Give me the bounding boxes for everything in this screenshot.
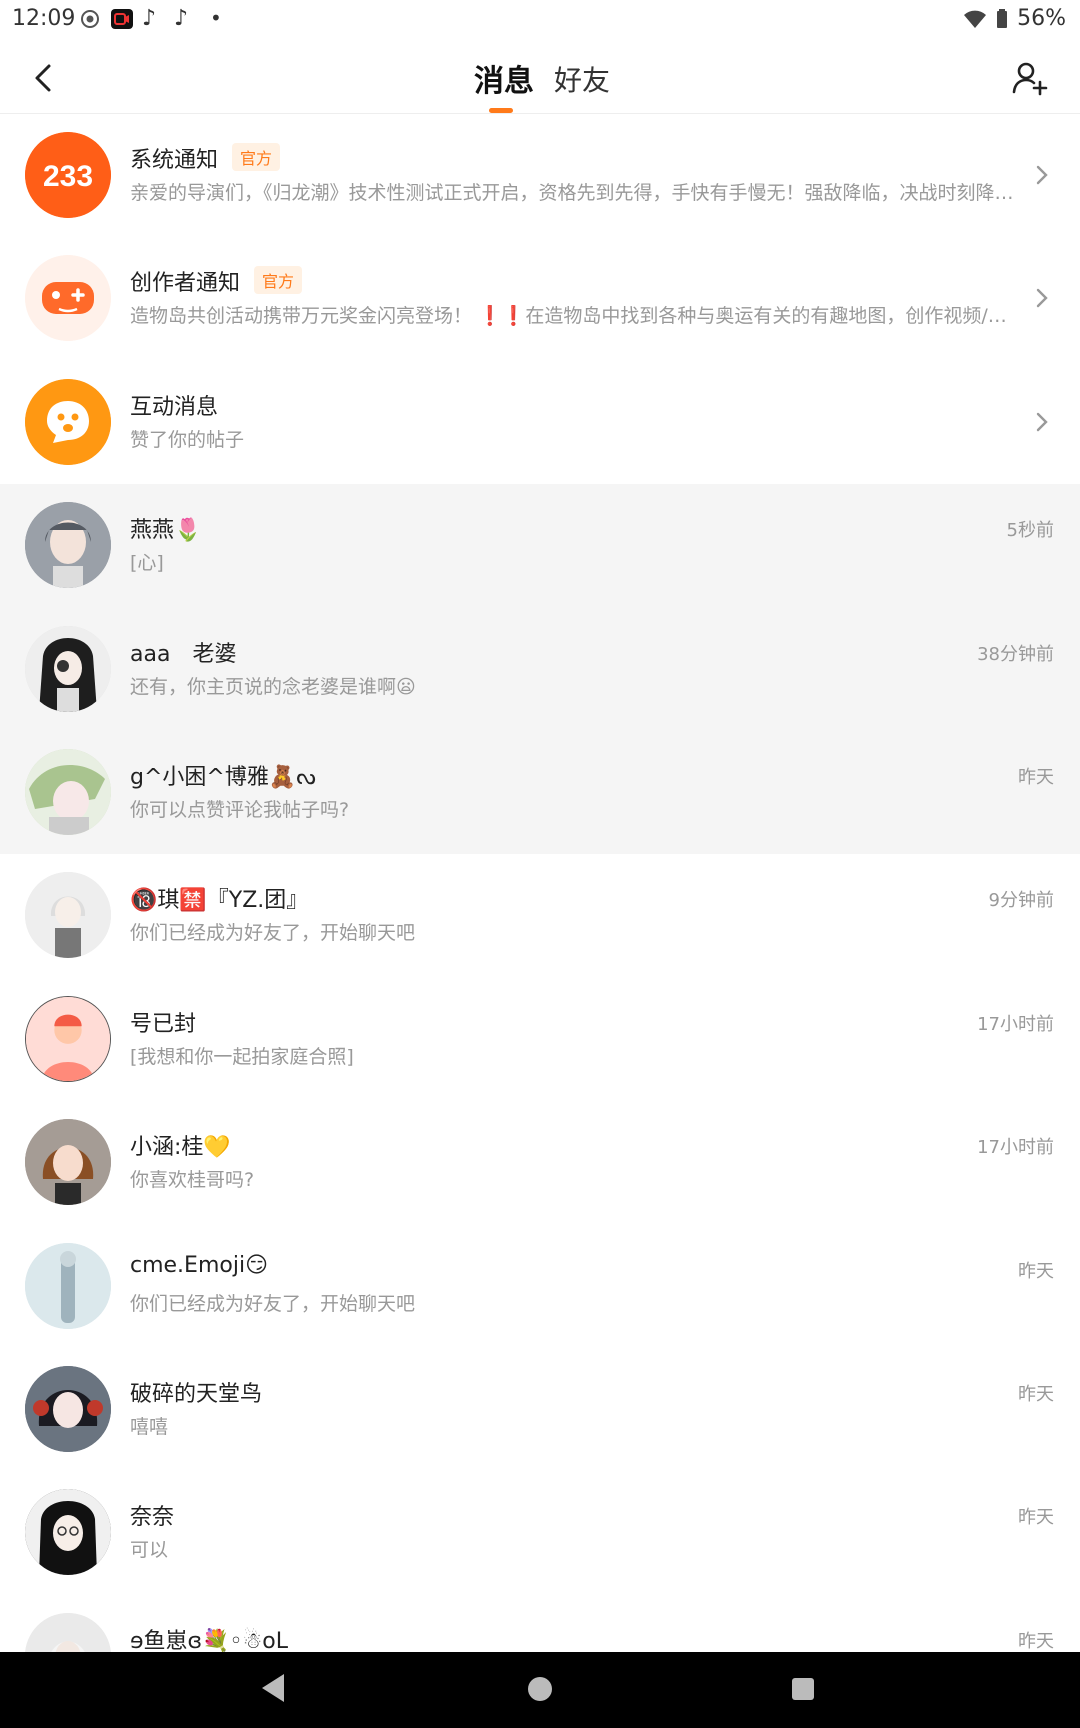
- message-preview: 你们已经成为好友了，开始聊天吧: [130, 922, 416, 945]
- avatar: [25, 502, 111, 589]
- recorder-app-icon: [111, 9, 133, 29]
- contact-name: 燕燕🌷: [130, 518, 202, 544]
- tab-messages[interactable]: 消息: [474, 56, 534, 100]
- message-time: 17小时前: [977, 1137, 1054, 1159]
- chat-row[interactable]: 燕燕🌷 [心] 5秒前: [0, 484, 1080, 608]
- avatar: [25, 1365, 111, 1452]
- avatar: [25, 872, 111, 959]
- status-right: 56%: [963, 6, 1066, 31]
- message-time: 17小时前: [977, 1013, 1054, 1035]
- battery-icon: [997, 8, 1008, 28]
- list-item-creator-notice[interactable]: 创作者通知 官方 造物岛共创活动携带万元奖金闪亮登场！ ❗❗在造物岛中找到各种与奥…: [0, 237, 1080, 360]
- chat-row[interactable]: cme.Emoji😏 你们已经成为好友了，开始聊天吧 昨天: [0, 1225, 1080, 1348]
- contact-name: cme.Emoji😏: [130, 1252, 269, 1278]
- official-badge: 官方: [232, 143, 281, 171]
- message-time: 昨天: [1018, 1507, 1054, 1529]
- avatar: [25, 1489, 111, 1576]
- contact-name: aaa 老婆: [130, 641, 237, 667]
- message-time: 9分钟前: [988, 890, 1054, 912]
- chat-row[interactable]: 号已封 [我想和你一起拍家庭合照] 17小时前: [0, 978, 1080, 1101]
- message-preview: 你可以点赞评论我帖子吗?: [130, 798, 350, 821]
- tab-friends[interactable]: 好友: [554, 59, 610, 99]
- avatar-233-text: 233: [43, 160, 93, 193]
- list-item-title: 系统通知 官方: [130, 142, 281, 174]
- message-preview: 亲爱的导演们，《归龙潮》技术性测试正式开启，资格先到先得，手快有手慢无！强敌降临…: [130, 182, 1014, 204]
- more-notifications-dot: •: [210, 6, 222, 30]
- message-time: 38分钟前: [977, 643, 1054, 665]
- chat-row[interactable]: 破碎的天堂鸟 嘻嘻 昨天: [0, 1348, 1080, 1471]
- tiktok-icon-2: ♪: [174, 6, 189, 31]
- contact-name: 🔞琪🈲『YZ.团』: [130, 888, 309, 914]
- chevron-right-icon: [1036, 289, 1048, 308]
- contact-name: 奈奈: [130, 1505, 175, 1531]
- avatar: [25, 1242, 111, 1329]
- wifi-icon: [964, 10, 987, 28]
- battery-level: 56%: [1017, 6, 1066, 31]
- message-time: 昨天: [1018, 1260, 1054, 1282]
- status-bar: 12:09 ♪ ♪ • 56%: [0, 0, 1080, 40]
- list-item-interactions[interactable]: 互动消息 赞了你的帖子: [0, 361, 1080, 484]
- chat-row[interactable]: g^小困^博雅🧸ᔓ 你可以点赞评论我帖子吗? 昨天: [0, 730, 1080, 855]
- message-time: 昨天: [1018, 1383, 1054, 1405]
- chevron-right-icon: [1036, 412, 1048, 431]
- status-time: 12:09: [12, 6, 76, 31]
- message-time: 昨天: [1018, 766, 1054, 788]
- contact-name: g^小困^博雅🧸ᔓ: [130, 764, 316, 790]
- message-preview: 你们已经成为好友了，开始聊天吧: [130, 1292, 416, 1315]
- chat-row[interactable]: 小涵:桂💛 你喜欢桂哥吗? 17小时前: [0, 1101, 1080, 1224]
- active-tab-indicator: [489, 108, 513, 113]
- contact-name: 小涵:桂💛: [130, 1135, 231, 1161]
- nav-recents-icon[interactable]: [792, 1678, 814, 1700]
- contact-name: 创作者通知: [130, 271, 241, 297]
- system-navigation-bar: [0, 1652, 1080, 1728]
- official-badge: 官方: [254, 266, 303, 295]
- message-time: 昨天: [1018, 1630, 1054, 1652]
- message-time: 5秒前: [1006, 520, 1054, 542]
- tiktok-icon: ♪: [142, 6, 157, 31]
- contact-name: ɘ鱼崽ɞ💐◦☃oL: [130, 1628, 288, 1654]
- message-preview: 可以: [130, 1539, 169, 1562]
- avatar: [25, 748, 111, 835]
- avatar-233: 233: [25, 132, 111, 218]
- list-item-title: 互动消息: [130, 389, 218, 421]
- message-preview: 赞了你的帖子: [130, 428, 245, 451]
- nav-home-icon[interactable]: [528, 1677, 552, 1701]
- message-preview: 还有，你主页说的念老婆是谁啊😦: [130, 675, 416, 698]
- gamepad-avatar-icon: [25, 255, 111, 342]
- chat-row[interactable]: aaa 老婆 还有，你主页说的念老婆是谁啊😦 38分钟前: [0, 607, 1080, 731]
- contact-name: 破碎的天堂鸟: [130, 1381, 263, 1407]
- contact-name: 号已封: [130, 1011, 197, 1037]
- nav-back-icon[interactable]: [262, 1674, 284, 1702]
- message-preview: 造物岛共创活动携带万元奖金闪亮登场！ ❗❗在造物岛中找到各种与奥运有关的有趣地图…: [130, 305, 1020, 328]
- top-bar: 消息 好友: [0, 40, 1080, 114]
- contact-name: 互动消息: [130, 394, 219, 420]
- message-list: 233 系统通知 官方 亲爱的导演们，《归龙潮》技术性测试正式开启，资格先到先得，…: [0, 114, 1080, 1718]
- message-preview: [我想和你一起拍家庭合照]: [130, 1045, 354, 1068]
- list-item-title: 创作者通知 官方: [130, 265, 303, 297]
- avatar: [25, 625, 111, 712]
- chevron-right-icon: [1036, 165, 1048, 185]
- avatar: [25, 995, 111, 1082]
- contact-name: 系统通知: [130, 148, 219, 173]
- message-preview: [心]: [130, 552, 164, 575]
- message-preview: 嘻嘻: [130, 1415, 169, 1438]
- chat-row[interactable]: 奈奈 可以 昨天: [0, 1471, 1080, 1594]
- back-arrow-icon[interactable]: [24, 58, 64, 98]
- avatar: [25, 1119, 111, 1206]
- screen-record-icon: [81, 10, 99, 28]
- chat-bubble-avatar-icon: [25, 378, 111, 465]
- message-preview: 你喜欢桂哥吗?: [130, 1169, 255, 1192]
- list-item-system-notice[interactable]: 233 系统通知 官方 亲爱的导演们，《归龙潮》技术性测试正式开启，资格先到先得，…: [0, 114, 1080, 237]
- add-friend-icon[interactable]: [1010, 58, 1050, 98]
- chat-row[interactable]: 🔞琪🈲『YZ.团』 你们已经成为好友了，开始聊天吧 9分钟前: [0, 854, 1080, 977]
